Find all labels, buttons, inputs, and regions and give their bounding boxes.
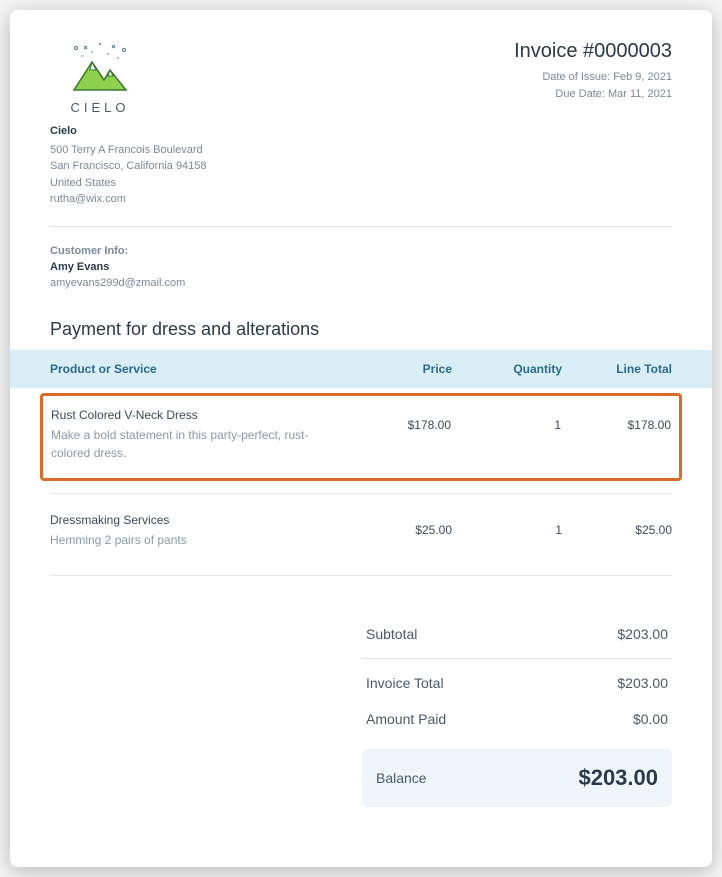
mountain-logo-icon bbox=[64, 40, 136, 96]
company-street: 500 Terry A Francois Boulevard bbox=[50, 142, 672, 159]
item-description: Make a bold statement in this party-perf… bbox=[51, 426, 331, 462]
col-product: Product or Service bbox=[50, 362, 342, 376]
invoice-total-value: $203.00 bbox=[617, 675, 668, 691]
invoice-number: Invoice #0000003 bbox=[514, 40, 672, 63]
payment-title: Payment for dress and alterations bbox=[50, 319, 672, 340]
col-price: Price bbox=[342, 362, 452, 376]
invoice-meta: Invoice #0000003 Date of Issue: Feb 9, 2… bbox=[514, 40, 672, 102]
balance-label: Balance bbox=[376, 770, 427, 786]
totals-divider bbox=[362, 658, 672, 659]
item-divider bbox=[50, 575, 672, 576]
company-logo: CIELO bbox=[50, 40, 150, 115]
issue-date: Date of Issue: Feb 9, 2021 bbox=[514, 69, 672, 86]
customer-info: Customer Info: Amy Evans amyevans299d@zm… bbox=[50, 245, 672, 289]
company-city: San Francisco, California 94158 bbox=[50, 158, 672, 175]
item-quantity: 1 bbox=[452, 513, 562, 537]
item-name: Rust Colored V-Neck Dress bbox=[51, 408, 331, 422]
item-divider bbox=[50, 493, 672, 494]
company-email: rutha@wix.com bbox=[50, 191, 672, 208]
amount-paid-value: $0.00 bbox=[633, 711, 668, 727]
item-line-total: $25.00 bbox=[562, 513, 672, 537]
balance-value: $203.00 bbox=[578, 765, 658, 791]
table-header: Product or Service Price Quantity Line T… bbox=[10, 350, 712, 388]
line-item: Rust Colored V-Neck Dress Make a bold sta… bbox=[40, 393, 682, 481]
invoice-total-label: Invoice Total bbox=[366, 675, 444, 691]
balance-row: Balance $203.00 bbox=[362, 749, 672, 807]
customer-email: amyevans299d@zmail.com bbox=[50, 277, 672, 289]
customer-name: Amy Evans bbox=[50, 261, 672, 273]
totals-block: Subtotal $203.00 Invoice Total $203.00 A… bbox=[362, 616, 672, 807]
subtotal-value: $203.00 bbox=[617, 626, 668, 642]
item-line-total: $178.00 bbox=[561, 408, 671, 432]
item-description: Hemming 2 pairs of pants bbox=[50, 531, 332, 549]
header-row: CIELO Invoice #0000003 Date of Issue: Fe… bbox=[50, 40, 672, 115]
line-item: Dressmaking Services Hemming 2 pairs of p… bbox=[40, 499, 682, 563]
item-price: $178.00 bbox=[341, 408, 451, 432]
item-quantity: 1 bbox=[451, 408, 561, 432]
due-date: Due Date: Mar 11, 2021 bbox=[514, 86, 672, 103]
company-country: United States bbox=[50, 175, 672, 192]
logo-name: CIELO bbox=[70, 100, 129, 115]
invoice-total-row: Invoice Total $203.00 bbox=[362, 665, 672, 701]
item-price: $25.00 bbox=[342, 513, 452, 537]
subtotal-row: Subtotal $203.00 bbox=[362, 616, 672, 652]
item-name: Dressmaking Services bbox=[50, 513, 332, 527]
subtotal-label: Subtotal bbox=[366, 626, 417, 642]
col-quantity: Quantity bbox=[452, 362, 562, 376]
company-info: Cielo 500 Terry A Francois Boulevard San… bbox=[50, 123, 672, 208]
company-name: Cielo bbox=[50, 123, 672, 140]
customer-label: Customer Info: bbox=[50, 245, 672, 257]
amount-paid-row: Amount Paid $0.00 bbox=[362, 701, 672, 737]
col-line-total: Line Total bbox=[562, 362, 672, 376]
amount-paid-label: Amount Paid bbox=[366, 711, 446, 727]
invoice-page: CIELO Invoice #0000003 Date of Issue: Fe… bbox=[10, 10, 712, 867]
divider bbox=[50, 226, 672, 227]
